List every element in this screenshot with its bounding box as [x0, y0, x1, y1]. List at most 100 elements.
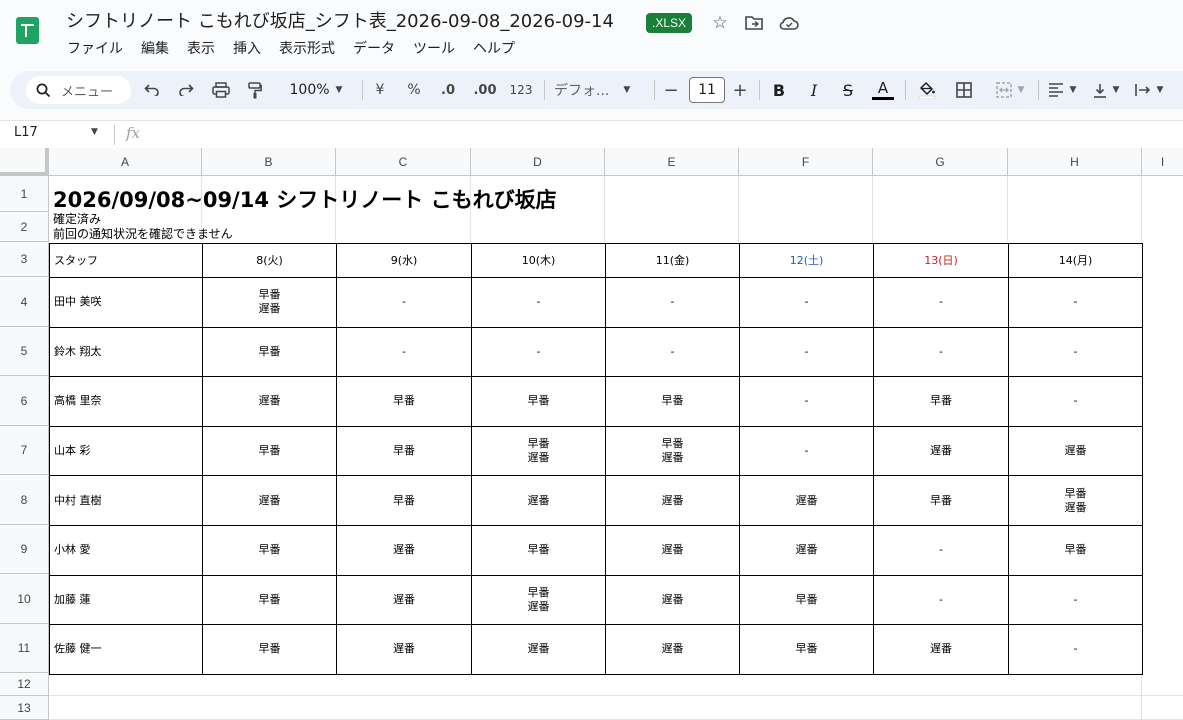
shift-cell[interactable]: 早番 [873, 376, 1009, 427]
chevron-down-icon[interactable]: ▼ [91, 127, 98, 137]
menu-data[interactable]: データ [344, 38, 404, 60]
decrease-decimal-button[interactable]: .0 [436, 71, 460, 109]
shift-cell[interactable]: 早番 [873, 475, 1009, 526]
shift-cell[interactable]: 遅番 [336, 524, 472, 576]
day-header[interactable]: 10(木) [471, 243, 606, 278]
shift-cell[interactable]: 遅番 [202, 376, 337, 427]
menu-file[interactable]: ファイル [58, 38, 132, 60]
shift-cell[interactable]: 遅番 [605, 524, 740, 576]
shift-cell[interactable]: 早番 [739, 624, 874, 675]
staff-name-cell[interactable]: 小林 愛 [49, 524, 203, 576]
star-icon[interactable]: ☆ [708, 11, 732, 35]
day-header[interactable]: 14(月) [1008, 243, 1143, 278]
increase-font-size-button[interactable]: + [731, 71, 749, 109]
shift-cell[interactable]: - [739, 425, 874, 477]
number-format-button[interactable]: 123 [508, 71, 534, 109]
strikethrough-button[interactable]: S [838, 71, 858, 109]
shift-cell[interactable]: 遅番 [605, 475, 740, 526]
menu-tools[interactable]: ツール [404, 38, 464, 60]
horizontal-align-button[interactable]: ▼ [1044, 71, 1080, 109]
row-header-10[interactable]: 10 [0, 574, 49, 624]
staff-name-cell[interactable]: 高橋 里奈 [49, 376, 203, 427]
staff-header[interactable]: スタッフ [49, 243, 203, 278]
staff-name-cell[interactable]: 田中 美咲 [49, 277, 203, 328]
shift-cell[interactable]: 早番 [605, 376, 740, 427]
shift-cell[interactable]: 早番 [202, 574, 337, 626]
shift-cell[interactable]: 遅番 [336, 574, 472, 626]
column-header-e[interactable]: E [605, 148, 739, 176]
font-size-input[interactable]: 11 [689, 77, 725, 103]
row-header-12[interactable]: 12 [0, 673, 49, 696]
column-header-c[interactable]: C [336, 148, 471, 176]
menu-view[interactable]: 表示 [178, 38, 224, 60]
text-color-button[interactable]: A [871, 71, 895, 109]
shift-cell[interactable]: - [336, 326, 472, 378]
shift-cell[interactable]: 早番 [1008, 524, 1143, 576]
row-header-5[interactable]: 5 [0, 327, 49, 376]
redo-button[interactable] [175, 71, 197, 109]
fill-color-button[interactable] [916, 71, 938, 109]
shift-cell[interactable]: 早番 [336, 475, 472, 526]
print-button[interactable] [209, 71, 233, 109]
shift-cell[interactable]: - [471, 326, 606, 378]
staff-name-cell[interactable]: 山本 彩 [49, 425, 203, 477]
shift-cell[interactable]: 遅番 [873, 425, 1009, 477]
day-header[interactable]: 13(日) [873, 243, 1009, 278]
italic-button[interactable]: I [804, 71, 824, 109]
row-header-2[interactable]: 2 [0, 212, 49, 242]
row-header-3[interactable]: 3 [0, 242, 49, 277]
vertical-align-button[interactable]: ▼ [1088, 71, 1124, 109]
row-header-9[interactable]: 9 [0, 525, 49, 574]
shift-cell[interactable]: 遅番 [471, 624, 606, 675]
bold-button[interactable]: B [769, 71, 789, 109]
shift-cell[interactable]: - [873, 326, 1009, 378]
shift-cell[interactable]: 早番 [336, 376, 472, 427]
day-header[interactable]: 8(火) [202, 243, 337, 278]
currency-format-button[interactable]: ¥ [370, 71, 390, 109]
row-header-13[interactable]: 13 [0, 696, 49, 720]
row-header-11[interactable]: 11 [0, 624, 49, 673]
row-header-7[interactable]: 7 [0, 426, 49, 475]
shift-cell[interactable]: 早番 遅番 [471, 574, 606, 626]
sheets-logo-icon[interactable] [16, 17, 39, 44]
shift-cell[interactable]: - [873, 524, 1009, 576]
undo-button[interactable] [141, 71, 163, 109]
percent-format-button[interactable]: % [404, 71, 424, 109]
day-header[interactable]: 9(水) [336, 243, 472, 278]
paint-format-button[interactable] [244, 71, 266, 109]
shift-cell[interactable]: - [739, 326, 874, 378]
column-header-h[interactable]: H [1008, 148, 1142, 176]
shift-cell[interactable]: - [471, 277, 606, 328]
day-header[interactable]: 12(土) [739, 243, 874, 278]
shift-cell[interactable]: 遅番 [873, 624, 1009, 675]
shift-cell[interactable]: - [336, 277, 472, 328]
menu-search[interactable]: メニュー [26, 76, 131, 104]
shift-cell[interactable]: 遅番 [471, 475, 606, 526]
move-to-folder-icon[interactable] [742, 11, 766, 35]
shift-cell[interactable]: 早番 [202, 425, 337, 477]
shift-cell[interactable]: - [605, 277, 740, 328]
shift-cell[interactable]: - [1008, 376, 1143, 427]
column-header-i[interactable]: I [1142, 148, 1183, 176]
column-header-d[interactable]: D [471, 148, 605, 176]
column-header-f[interactable]: F [739, 148, 873, 176]
staff-name-cell[interactable]: 佐藤 健一 [49, 624, 203, 675]
shift-cell[interactable]: 早番 [471, 376, 606, 427]
zoom-select[interactable]: 100% ▼ [280, 71, 352, 109]
shift-cell[interactable]: - [739, 376, 874, 427]
shift-cell[interactable]: 遅番 [605, 574, 740, 626]
staff-name-cell[interactable]: 中村 直樹 [49, 475, 203, 526]
shift-cell[interactable]: - [873, 277, 1009, 328]
shift-cell[interactable]: - [605, 326, 740, 378]
font-select[interactable]: デフォ... ▼ [554, 71, 644, 109]
shift-cell[interactable]: 遅番 [739, 475, 874, 526]
shift-cell[interactable]: 早番 [739, 574, 874, 626]
menu-format[interactable]: 表示形式 [270, 38, 344, 60]
shift-cell[interactable]: - [873, 574, 1009, 626]
row-header-6[interactable]: 6 [0, 376, 49, 426]
name-box[interactable]: L17 [14, 125, 38, 140]
shift-cell[interactable]: 遅番 [739, 524, 874, 576]
decrease-font-size-button[interactable]: − [662, 71, 680, 109]
shift-cell[interactable]: 早番 [336, 425, 472, 477]
increase-decimal-button[interactable]: .00 [470, 71, 500, 109]
